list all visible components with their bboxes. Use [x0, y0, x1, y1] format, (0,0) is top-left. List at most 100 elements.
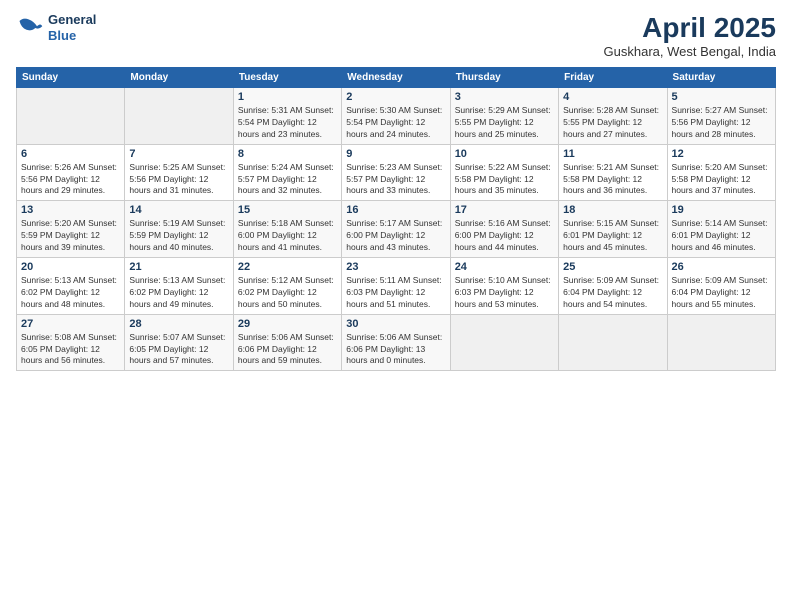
cell-info: Sunrise: 5:13 AM Sunset: 6:02 PM Dayligh…: [129, 275, 228, 311]
col-friday: Friday: [559, 68, 667, 88]
col-tuesday: Tuesday: [233, 68, 341, 88]
calendar-cell: 28Sunrise: 5:07 AM Sunset: 6:05 PM Dayli…: [125, 314, 233, 371]
day-number: 20: [21, 261, 120, 273]
calendar-cell: 17 Sunrise: 5:16 AM Sunset: 6:00 PM Dayli…: [450, 201, 558, 258]
week-row-5: 27 Sunrise: 5:08 AM Sunset: 6:05 PM Dayli…: [17, 314, 776, 371]
day-number: 10: [455, 148, 554, 160]
cell-info: Sunrise: 5:22 AM Sunset: 5:58 PM Dayligh…: [455, 162, 554, 198]
day-number: 12: [672, 148, 771, 160]
calendar-cell: [450, 314, 558, 371]
day-number: 27: [21, 318, 120, 330]
day-number: 17: [455, 204, 554, 216]
day-number: 22: [238, 261, 337, 273]
cell-info: Sunrise: 5:09 AM Sunset: 6:04 PM Dayligh…: [672, 275, 771, 311]
calendar-cell: 26Sunrise: 5:09 AM Sunset: 6:04 PM Dayli…: [667, 258, 775, 315]
cell-info: Sunrise: 5:17 AM Sunset: 6:00 PM Dayligh…: [346, 218, 445, 254]
cell-info: Sunrise: 5:06 AM Sunset: 6:06 PM Dayligh…: [238, 332, 337, 368]
logo-general: General: [48, 12, 96, 28]
calendar-cell: 1 Sunrise: 5:31 AM Sunset: 5:54 PM Daylig…: [233, 88, 341, 145]
calendar-cell: 27 Sunrise: 5:08 AM Sunset: 6:05 PM Dayli…: [17, 314, 125, 371]
cell-info: Sunrise: 5:25 AM Sunset: 5:56 PM Dayligh…: [129, 162, 228, 198]
cell-info: Sunrise: 5:16 AM Sunset: 6:00 PM Dayligh…: [455, 218, 554, 254]
col-thursday: Thursday: [450, 68, 558, 88]
week-row-4: 20 Sunrise: 5:13 AM Sunset: 6:02 PM Dayli…: [17, 258, 776, 315]
calendar-cell: [667, 314, 775, 371]
cell-info: Sunrise: 5:18 AM Sunset: 6:00 PM Dayligh…: [238, 218, 337, 254]
calendar-cell: 3 Sunrise: 5:29 AM Sunset: 5:55 PM Daylig…: [450, 88, 558, 145]
col-saturday: Saturday: [667, 68, 775, 88]
cell-info: Sunrise: 5:09 AM Sunset: 6:04 PM Dayligh…: [563, 275, 662, 311]
cell-info: Sunrise: 5:29 AM Sunset: 5:55 PM Dayligh…: [455, 105, 554, 141]
calendar-cell: [125, 88, 233, 145]
calendar-cell: 8Sunrise: 5:24 AM Sunset: 5:57 PM Daylig…: [233, 144, 341, 201]
calendar-cell: 5 Sunrise: 5:27 AM Sunset: 5:56 PM Daylig…: [667, 88, 775, 145]
header: General Blue April 2025 Guskhara, West B…: [16, 12, 776, 59]
week-row-3: 13Sunrise: 5:20 AM Sunset: 5:59 PM Dayli…: [17, 201, 776, 258]
day-number: 21: [129, 261, 228, 273]
cell-info: Sunrise: 5:19 AM Sunset: 5:59 PM Dayligh…: [129, 218, 228, 254]
cell-info: Sunrise: 5:07 AM Sunset: 6:05 PM Dayligh…: [129, 332, 228, 368]
day-number: 29: [238, 318, 337, 330]
calendar-cell: 12Sunrise: 5:20 AM Sunset: 5:58 PM Dayli…: [667, 144, 775, 201]
logo-blue: Blue: [48, 28, 96, 44]
calendar-cell: 21 Sunrise: 5:13 AM Sunset: 6:02 PM Dayli…: [125, 258, 233, 315]
day-number: 4: [563, 91, 662, 103]
calendar-cell: 2Sunrise: 5:30 AM Sunset: 5:54 PM Daylig…: [342, 88, 450, 145]
cell-info: Sunrise: 5:11 AM Sunset: 6:03 PM Dayligh…: [346, 275, 445, 311]
calendar-cell: 19 Sunrise: 5:14 AM Sunset: 6:01 PM Dayli…: [667, 201, 775, 258]
calendar-table: Sunday Monday Tuesday Wednesday Thursday…: [16, 67, 776, 371]
calendar-cell: 11Sunrise: 5:21 AM Sunset: 5:58 PM Dayli…: [559, 144, 667, 201]
cell-info: Sunrise: 5:08 AM Sunset: 6:05 PM Dayligh…: [21, 332, 120, 368]
day-number: 5: [672, 91, 771, 103]
cell-info: Sunrise: 5:14 AM Sunset: 6:01 PM Dayligh…: [672, 218, 771, 254]
calendar-body: 1 Sunrise: 5:31 AM Sunset: 5:54 PM Daylig…: [17, 88, 776, 371]
calendar-cell: 7Sunrise: 5:25 AM Sunset: 5:56 PM Daylig…: [125, 144, 233, 201]
cell-info: Sunrise: 5:26 AM Sunset: 5:56 PM Dayligh…: [21, 162, 120, 198]
col-wednesday: Wednesday: [342, 68, 450, 88]
day-number: 9: [346, 148, 445, 160]
calendar-cell: 16Sunrise: 5:17 AM Sunset: 6:00 PM Dayli…: [342, 201, 450, 258]
cell-info: Sunrise: 5:13 AM Sunset: 6:02 PM Dayligh…: [21, 275, 120, 311]
calendar-cell: 10 Sunrise: 5:22 AM Sunset: 5:58 PM Dayli…: [450, 144, 558, 201]
month-title: April 2025: [604, 12, 776, 44]
calendar-cell: 22 Sunrise: 5:12 AM Sunset: 6:02 PM Dayli…: [233, 258, 341, 315]
cell-info: Sunrise: 5:31 AM Sunset: 5:54 PM Dayligh…: [238, 105, 337, 141]
calendar-cell: 24 Sunrise: 5:10 AM Sunset: 6:03 PM Dayli…: [450, 258, 558, 315]
day-number: 15: [238, 204, 337, 216]
cell-info: Sunrise: 5:15 AM Sunset: 6:01 PM Dayligh…: [563, 218, 662, 254]
calendar-cell: 4 Sunrise: 5:28 AM Sunset: 5:55 PM Daylig…: [559, 88, 667, 145]
cell-info: Sunrise: 5:10 AM Sunset: 6:03 PM Dayligh…: [455, 275, 554, 311]
day-number: 25: [563, 261, 662, 273]
calendar-cell: 6 Sunrise: 5:26 AM Sunset: 5:56 PM Daylig…: [17, 144, 125, 201]
cell-info: Sunrise: 5:12 AM Sunset: 6:02 PM Dayligh…: [238, 275, 337, 311]
logo: General Blue: [16, 12, 96, 43]
calendar-cell: 13Sunrise: 5:20 AM Sunset: 5:59 PM Dayli…: [17, 201, 125, 258]
day-number: 8: [238, 148, 337, 160]
header-row: Sunday Monday Tuesday Wednesday Thursday…: [17, 68, 776, 88]
logo-icon: [16, 14, 44, 42]
day-number: 14: [129, 204, 228, 216]
day-number: 13: [21, 204, 120, 216]
day-number: 1: [238, 91, 337, 103]
day-number: 6: [21, 148, 120, 160]
calendar-header: Sunday Monday Tuesday Wednesday Thursday…: [17, 68, 776, 88]
calendar-cell: 18Sunrise: 5:15 AM Sunset: 6:01 PM Dayli…: [559, 201, 667, 258]
day-number: 30: [346, 318, 445, 330]
week-row-2: 6 Sunrise: 5:26 AM Sunset: 5:56 PM Daylig…: [17, 144, 776, 201]
week-row-1: 1 Sunrise: 5:31 AM Sunset: 5:54 PM Daylig…: [17, 88, 776, 145]
calendar-cell: 20 Sunrise: 5:13 AM Sunset: 6:02 PM Dayli…: [17, 258, 125, 315]
calendar-cell: [559, 314, 667, 371]
cell-info: Sunrise: 5:27 AM Sunset: 5:56 PM Dayligh…: [672, 105, 771, 141]
day-number: 3: [455, 91, 554, 103]
logo-text: General Blue: [48, 12, 96, 43]
cell-info: Sunrise: 5:06 AM Sunset: 6:06 PM Dayligh…: [346, 332, 445, 368]
day-number: 11: [563, 148, 662, 160]
calendar-cell: [17, 88, 125, 145]
calendar-cell: 14 Sunrise: 5:19 AM Sunset: 5:59 PM Dayli…: [125, 201, 233, 258]
cell-info: Sunrise: 5:28 AM Sunset: 5:55 PM Dayligh…: [563, 105, 662, 141]
day-number: 19: [672, 204, 771, 216]
page: General Blue April 2025 Guskhara, West B…: [0, 0, 792, 612]
cell-info: Sunrise: 5:30 AM Sunset: 5:54 PM Dayligh…: [346, 105, 445, 141]
calendar-cell: 23Sunrise: 5:11 AM Sunset: 6:03 PM Dayli…: [342, 258, 450, 315]
day-number: 24: [455, 261, 554, 273]
